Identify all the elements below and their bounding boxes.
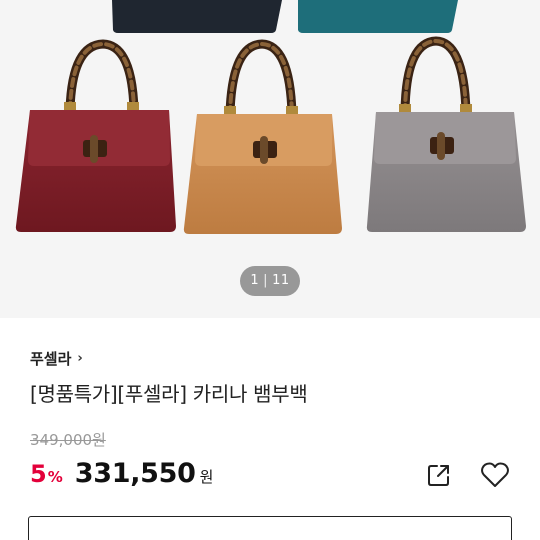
total-pages: 11: [272, 273, 290, 288]
share-icon: [428, 465, 449, 486]
navy-bag-partial: [112, 0, 282, 33]
product-info: 푸셀라 › [명품특가][푸셀라] 카리나 뱀부백 349,000원 5% 33…: [0, 318, 540, 540]
chevron-right-icon: ›: [77, 350, 83, 366]
brand-link[interactable]: 푸셀라 ›: [30, 347, 83, 369]
price-currency: 원: [199, 468, 214, 486]
brand-name: 푸셀라: [30, 349, 72, 368]
tan-bag: [183, 39, 342, 234]
current-page: 1: [250, 273, 260, 288]
favorite-button[interactable]: [478, 458, 512, 492]
product-image-gallery[interactable]: 1 | 11: [0, 0, 540, 318]
teal-bag-partial: [298, 0, 458, 33]
option-select-box[interactable]: [28, 516, 512, 540]
sale-price: 331,550: [74, 458, 196, 489]
grey-bag: [366, 36, 526, 232]
discount-rate: 5%: [30, 460, 63, 488]
image-page-indicator: 1 | 11: [240, 266, 300, 296]
burgundy-bag: [15, 39, 176, 232]
heart-icon: [481, 462, 509, 487]
price-row: 5% 331,550 원: [30, 458, 213, 492]
original-price: 349,000원: [30, 431, 106, 449]
product-title: [명품특가][푸셀라] 카리나 뱀부백: [30, 382, 308, 406]
share-button[interactable]: [422, 458, 456, 492]
